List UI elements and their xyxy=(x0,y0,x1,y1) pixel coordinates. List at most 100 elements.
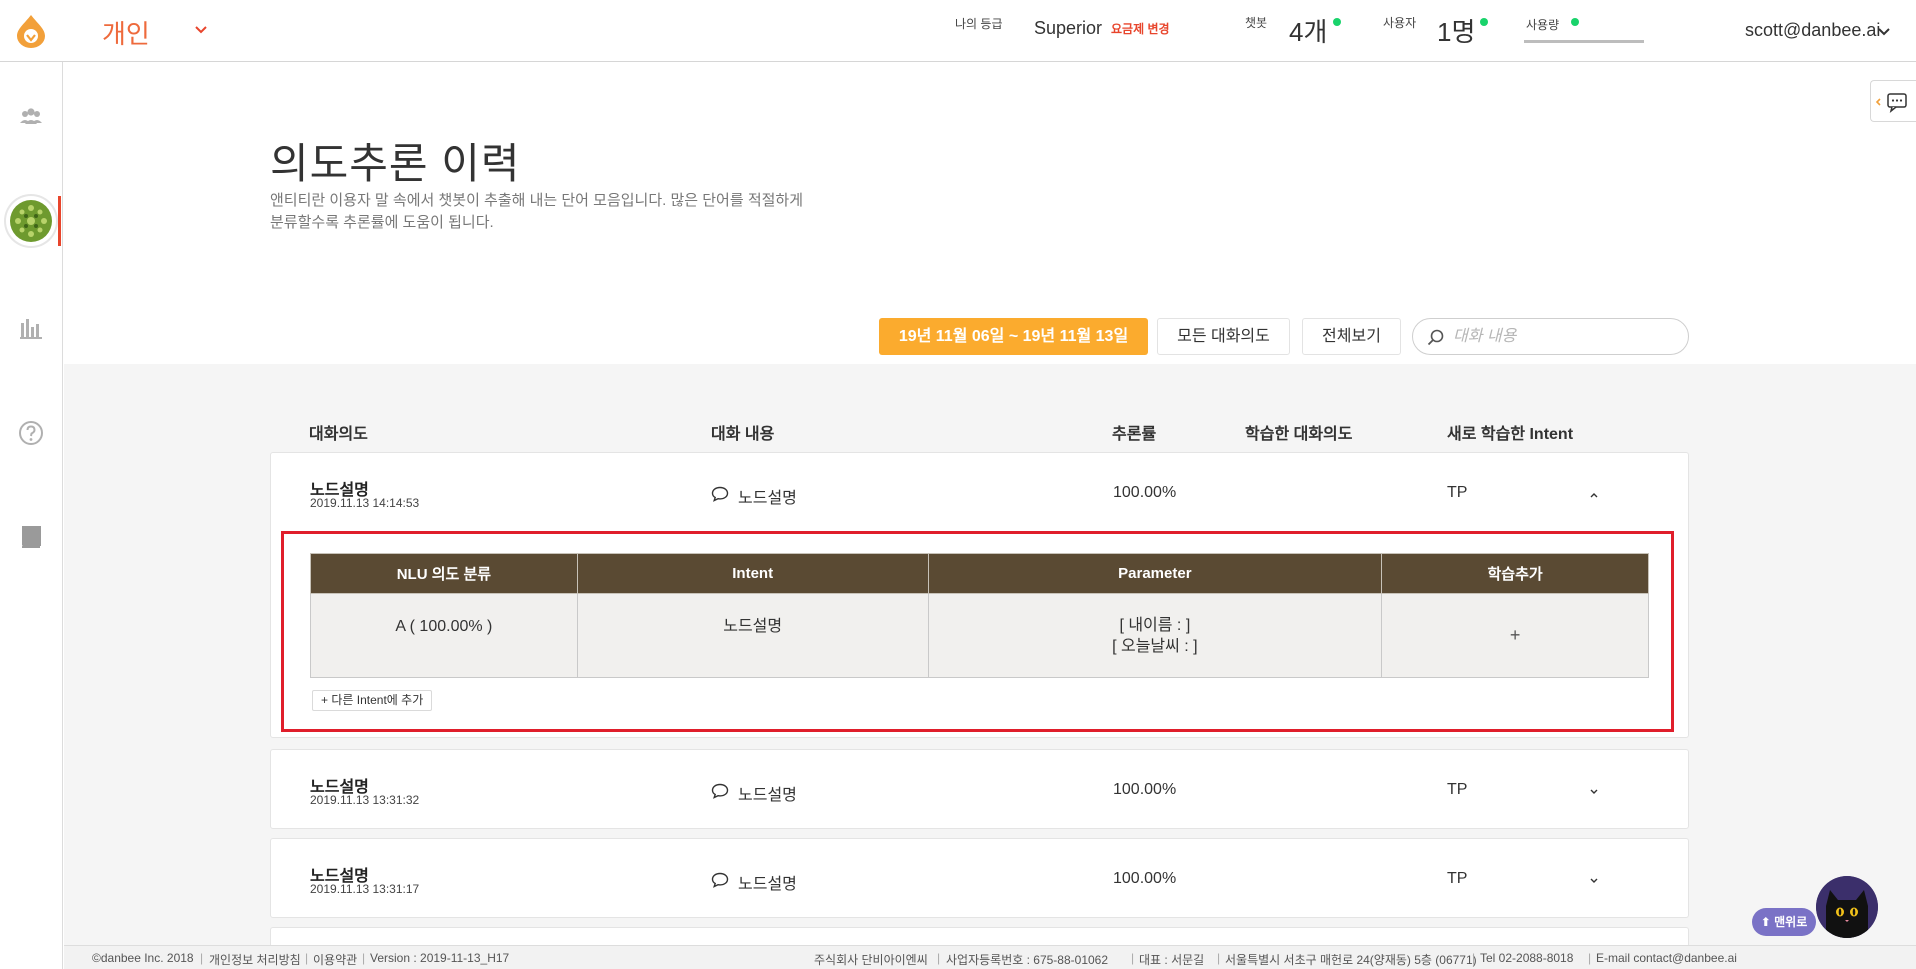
chatbot-label: 챗봇 xyxy=(1245,16,1268,30)
danbee-logo-icon[interactable] xyxy=(16,14,46,48)
user-count: 1명 xyxy=(1437,17,1476,47)
row-rate: 100.00% xyxy=(1113,781,1177,798)
footer-separator: | xyxy=(1472,951,1476,965)
scroll-top-button[interactable]: ⬆ 맨위로 xyxy=(1752,908,1816,936)
chatbot-status-dot xyxy=(1333,18,1341,26)
chatbot-count: 4개 xyxy=(1289,17,1328,47)
usage-status-dot xyxy=(1571,18,1579,26)
speech-bubble-icon xyxy=(711,872,729,888)
search-input[interactable] xyxy=(1453,326,1673,348)
page-title: 의도추론 이력 xyxy=(270,140,521,187)
history-row[interactable]: 노드설명 2019.11.13 13:31:32 노드설명 100.00% TP xyxy=(270,749,1689,829)
footer-email: E-mail contact@danbee.ai xyxy=(1596,951,1737,965)
row-rate: 100.00% xyxy=(1113,870,1177,887)
history-row[interactable] xyxy=(270,927,1689,947)
footer-privacy-link[interactable]: 개인정보 처리방침 xyxy=(209,951,301,968)
users-icon[interactable] xyxy=(18,104,44,130)
detail-header-intent: Intent xyxy=(576,553,929,594)
date-range-button[interactable]: 19년 11월 06일 ~ 19년 11월 13일 xyxy=(879,318,1148,355)
detail-header-parameter: Parameter xyxy=(927,553,1383,594)
page-description-line2: 분류할수록 추론률에 도움이 됩니다. xyxy=(270,214,494,231)
user-email[interactable]: scott@danbee.ai xyxy=(1745,20,1880,41)
cat-icon xyxy=(1816,876,1878,938)
row-message: 노드설명 xyxy=(738,876,797,893)
usage-bar xyxy=(1524,40,1644,43)
speech-bubble-icon xyxy=(711,486,729,502)
footer-separator: | xyxy=(1588,951,1592,965)
footer-separator: | xyxy=(1131,951,1135,965)
usage-label: 사용량 xyxy=(1526,18,1560,32)
bar-chart-icon[interactable] xyxy=(18,315,44,341)
grade-label: 나의 등급 xyxy=(955,17,1003,31)
detail-intent-value: 노드설명 xyxy=(576,593,929,678)
top-header: 개인 나의 등급 Superior 요금제 변경 챗봇 4개 사용자 1명 사용… xyxy=(0,0,1916,62)
view-all-button[interactable]: 전체보기 xyxy=(1302,318,1401,355)
footer-separator: | xyxy=(362,951,366,965)
chatbot-avatar-icon xyxy=(10,200,52,242)
footer-version: Version : 2019-11-13_H17 xyxy=(370,951,510,965)
search-icon[interactable] xyxy=(1427,329,1444,346)
footer-copyright: ©danbee Inc. 2018 xyxy=(92,951,194,965)
column-header-intent: 대화의도 xyxy=(309,426,368,443)
chat-icon xyxy=(1875,93,1907,113)
nlu-detail-table: NLU 의도 분류 Intent Parameter 학습추가 A ( 100.… xyxy=(310,553,1649,678)
user-label: 사용자 xyxy=(1383,16,1417,30)
sidebar xyxy=(0,62,63,969)
row-date: 2019.11.13 13:31:32 xyxy=(310,793,420,807)
page-description: 앤티티란 이용자 말 속에서 챗봇이 추출해 내는 단어 모음입니다. 많은 단… xyxy=(270,190,870,234)
all-intents-button[interactable]: 모든 대화의도 xyxy=(1157,318,1290,355)
detail-header-row: NLU 의도 분류 Intent Parameter 학습추가 xyxy=(310,553,1649,594)
plan-change-link[interactable]: 요금제 변경 xyxy=(1111,20,1170,37)
help-icon[interactable] xyxy=(18,420,44,446)
footer-separator: | xyxy=(937,951,941,965)
row-message: 노드설명 xyxy=(738,787,797,804)
column-header-message: 대화 내용 xyxy=(711,426,775,443)
column-header-rate: 추론률 xyxy=(1112,426,1157,443)
chevron-up-icon[interactable] xyxy=(1587,488,1601,502)
sidebar-item-chatbot[interactable] xyxy=(6,196,56,246)
chatbot-cat-avatar[interactable] xyxy=(1816,876,1878,938)
footer-tel: Tel 02-2088-8018 xyxy=(1480,951,1574,965)
column-header-learned-intent: 학습한 대화의도 xyxy=(1245,426,1353,443)
detail-nlu-value: A ( 100.00% ) xyxy=(310,593,578,678)
row-message: 노드설명 xyxy=(738,490,797,507)
footer-biz-no: 사업자등록번호 : 675-88-01062 xyxy=(946,953,1109,967)
footer-separator: | xyxy=(305,951,309,965)
row-new-intent: TP xyxy=(1447,781,1468,798)
user-status-dot xyxy=(1480,18,1488,26)
chat-panel-toggle[interactable] xyxy=(1870,80,1916,122)
chevron-down-icon[interactable] xyxy=(1587,874,1601,888)
footer: ©danbee Inc. 2018 | 개인정보 처리방침 | 이용약관 | V… xyxy=(64,945,1916,969)
row-date: 2019.11.13 14:14:53 xyxy=(310,496,420,510)
detail-header-nlu: NLU 의도 분류 xyxy=(310,553,578,594)
footer-company: 주식회사 단비아이엔씨 xyxy=(814,953,928,967)
add-to-other-intent-button[interactable]: + 다른 Intent에 추가 xyxy=(312,690,433,711)
footer-address: 서울특별시 서초구 매헌로 24(양재동) 5층 (06771) xyxy=(1225,953,1477,967)
workspace-name[interactable]: 개인 xyxy=(102,14,150,51)
chevron-down-icon[interactable] xyxy=(1877,25,1891,39)
detail-parameter-cell: [ 내이름 : ] [ 오늘날씨 : ] xyxy=(927,593,1383,678)
detail-parameter-1: [ 내이름 : ] xyxy=(1119,616,1191,634)
footer-terms-link[interactable]: 이용약관 xyxy=(313,951,357,968)
footer-separator: | xyxy=(1217,951,1221,965)
row-new-intent: TP xyxy=(1447,870,1468,887)
sidebar-active-indicator xyxy=(58,196,61,246)
detail-header-add: 학습추가 xyxy=(1381,553,1649,594)
add-training-button[interactable]: + xyxy=(1510,625,1521,645)
chevron-down-icon[interactable] xyxy=(193,22,209,38)
chevron-down-icon[interactable] xyxy=(1587,785,1601,799)
footer-ceo: 대표 : 서문길 xyxy=(1139,953,1205,967)
history-row[interactable]: 노드설명 2019.11.13 13:31:17 노드설명 100.00% TP xyxy=(270,838,1689,918)
column-header-new-intent: 새로 학습한 Intent xyxy=(1447,426,1574,443)
footer-separator: | xyxy=(200,951,204,965)
search-box xyxy=(1412,318,1689,355)
detail-parameter-2: [ 오늘날씨 : ] xyxy=(1112,637,1198,655)
detail-add-cell: + xyxy=(1381,593,1649,678)
book-icon[interactable] xyxy=(18,524,44,550)
plan-name: Superior xyxy=(1034,18,1103,38)
row-date: 2019.11.13 13:31:17 xyxy=(310,882,420,896)
detail-row: A ( 100.00% ) 노드설명 [ 내이름 : ] [ 오늘날씨 : ] … xyxy=(310,593,1649,678)
speech-bubble-icon xyxy=(711,783,729,799)
row-rate: 100.00% xyxy=(1113,484,1177,501)
row-new-intent: TP xyxy=(1447,484,1468,501)
